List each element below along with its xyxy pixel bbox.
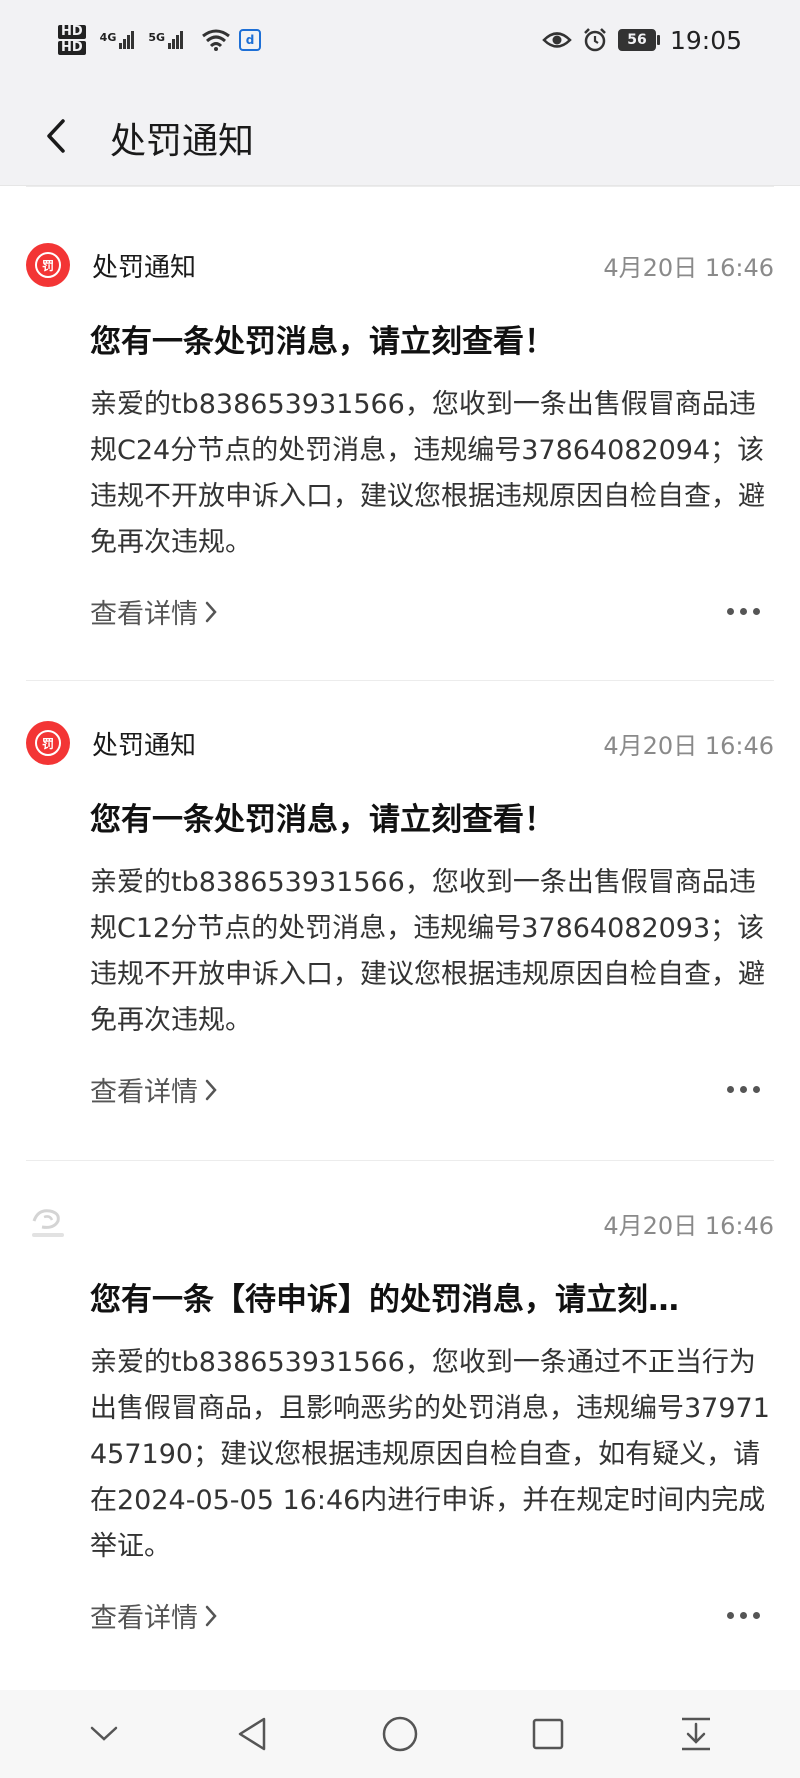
hd-badge-2: HD [58,41,86,55]
more-options-button[interactable] [721,1606,766,1625]
penalty-icon: 罚 [26,721,70,765]
signal-4g-icon: 4G [100,31,135,49]
message-source-row: 罚 处罚通知 4月20日 16:46 [26,242,774,288]
more-options-button[interactable] [721,602,766,621]
nav-recents-button[interactable] [518,1704,578,1764]
card-divider [26,680,774,681]
message-body: 亲爱的tb838653931566，您收到一条出售假冒商品违规C24分节点的处罚… [90,389,765,558]
chevron-down-icon [90,1726,118,1741]
more-dot [727,1612,734,1619]
status-clock: 19:05 [669,25,742,55]
more-dot [740,1086,747,1093]
more-dot [740,608,747,615]
more-options-button[interactable] [721,1080,766,1099]
wifi-icon [202,29,230,51]
view-details-label: 查看详情 [90,1603,198,1634]
app-header: 处罚通知 [0,86,800,186]
message-time: 4月20日 16:46 [603,731,774,760]
message-source-row: 罚 处罚通知 4月20日 16:46 [26,720,774,766]
net-label-5g: 5G [148,31,166,44]
status-left: HD HD 4G 5G d [58,18,262,62]
message-time: 4月20日 16:46 [603,1211,774,1240]
download-tray-icon [682,1717,710,1751]
back-triangle-icon [238,1717,266,1751]
card-divider [26,186,774,187]
chevron-right-icon [205,601,217,622]
more-dot [727,1086,734,1093]
alibaba-logo-icon [26,1201,70,1245]
penalty-icon: 罚 [26,243,70,287]
message-source-name: 处罚通知 [92,730,197,761]
net-label-4g: 4G [99,31,117,44]
recents-square-icon [532,1718,564,1750]
hd-badge-1: HD [58,25,86,39]
penalty-icon-glyph: 罚 [35,252,61,278]
card-divider [26,1160,774,1161]
nav-hide-button[interactable] [74,1704,134,1764]
nav-notification-button[interactable] [666,1704,726,1764]
message-source-name: 处罚通知 [92,252,197,283]
message-time: 4月20日 16:46 [603,253,774,282]
message-title: 您有一条处罚消息，请立刻查看！ [90,324,555,360]
chevron-right-icon [205,1079,217,1100]
view-details-label: 查看详情 [90,1077,198,1108]
message-body: 亲爱的tb838653931566，您收到一条通过不正当行为出售假冒商品，且影响… [90,1347,770,1562]
app-badge-text: d [245,33,255,47]
chevron-left-icon [47,119,65,153]
page-title: 处罚通知 [110,121,255,162]
battery-level: 56 [617,29,656,51]
alibaba-logo-mark [32,1209,64,1237]
view-details-link[interactable]: 查看详情 [90,1070,218,1109]
status-right: 56 19:05 [542,20,742,60]
message-source-row: 4月20日 16:46 [26,1200,774,1246]
more-dot [753,1086,760,1093]
alarm-icon [584,28,606,52]
system-nav-bar [0,1690,800,1778]
message-body: 亲爱的tb838653931566，您收到一条出售假冒商品违规C12分节点的处罚… [90,867,765,1036]
message-title: 您有一条【待申诉】的处罚消息，请立刻… [90,1282,679,1318]
message-title: 您有一条处罚消息，请立刻查看！ [90,802,555,838]
app-notification-icon: d [239,29,262,51]
hd-indicators: HD HD [58,25,86,55]
eye-icon [542,32,572,48]
nav-home-button[interactable] [370,1704,430,1764]
nav-back-button[interactable] [222,1704,282,1764]
view-details-label: 查看详情 [90,599,198,630]
home-circle-icon [382,1716,418,1752]
view-details-link[interactable]: 查看详情 [90,1596,218,1635]
penalty-icon-glyph: 罚 [35,730,61,756]
more-dot [753,1612,760,1619]
view-details-link[interactable]: 查看详情 [90,592,218,631]
more-dot [727,608,734,615]
back-button[interactable] [38,114,74,158]
signal-5g-icon: 5G [148,31,184,49]
more-dot [740,1612,747,1619]
chevron-right-icon [205,1605,217,1626]
more-dot [753,608,760,615]
battery-icon: 56 [617,29,660,51]
status-bar: HD HD 4G 5G d 56 19:05 [0,0,800,86]
